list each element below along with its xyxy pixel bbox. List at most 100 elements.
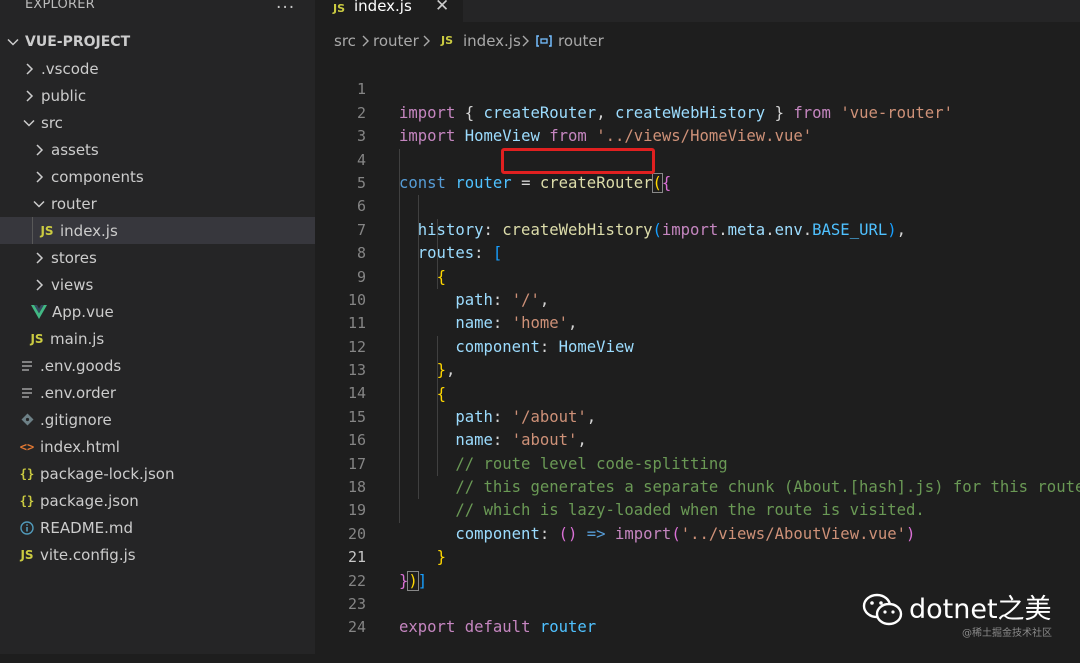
code-line: 5 history: createWebHistory(import.meta.… — [315, 148, 1080, 239]
tree-item-label: assets — [51, 140, 99, 159]
watermark: dotnet之美 @稀土掘金技术社区 — [862, 590, 1077, 650]
tree-item-env-order[interactable]: .env.order — [0, 379, 315, 406]
code-line: 18 component: () => import('../views/Abo… — [315, 452, 1080, 543]
breadcrumb: src router JS index.js router — [315, 32, 1080, 52]
project-root-folder[interactable]: VUE-PROJECT — [0, 28, 315, 55]
json-braces-icon: {} — [19, 493, 35, 508]
js-file-icon: JS — [333, 2, 346, 15]
chevron-right-icon — [422, 32, 432, 54]
tree-item-assets[interactable]: assets — [0, 136, 315, 163]
chevron-right-icon — [21, 89, 37, 103]
line-number: 24 — [347, 618, 366, 637]
js-file-icon: JS — [30, 331, 44, 346]
code-area[interactable]: 1 import { createRouter, createWebHistor… — [315, 55, 1080, 636]
tree-item-label: src — [41, 113, 63, 132]
chevron-right-icon — [21, 62, 37, 76]
explorer-header: EXPLORER ... — [0, 0, 315, 16]
code-line: 17 // which is lazy-loaded when the rout… — [315, 429, 1080, 519]
tree-item-package-json[interactable]: {} package.json — [0, 487, 315, 514]
code-line: 4 const router = createRouter({ — [315, 125, 1080, 193]
code-line: 11 }, — [315, 288, 1080, 379]
tree-item-label: .gitignore — [40, 410, 112, 429]
js-file-icon: JS — [20, 547, 34, 562]
tree-item-main-js[interactable]: JS main.js — [0, 325, 315, 352]
chevron-right-icon — [31, 170, 47, 184]
tree-item-index-html[interactable]: <> index.html — [0, 433, 315, 460]
tree-item-label: .env.order — [40, 383, 116, 402]
tree-item-readme[interactable]: README.md — [0, 514, 315, 541]
close-icon[interactable]: ✕ — [435, 0, 449, 16]
code-line: 7 { — [315, 195, 1080, 286]
tree-item-package-lock-json[interactable]: {} package-lock.json — [0, 460, 315, 487]
explorer-title: EXPLORER — [25, 0, 95, 12]
more-actions-icon[interactable]: ... — [276, 0, 295, 13]
tree-item-vscode[interactable]: .vscode — [0, 55, 315, 82]
chevron-down-icon — [21, 116, 37, 130]
js-file-icon: JS — [441, 34, 454, 47]
tree-item-stores[interactable]: stores — [0, 244, 315, 271]
file-tree: VUE-PROJECT .vscode public src assets co… — [0, 28, 315, 568]
code-line: 21 }) — [315, 523, 1080, 591]
breadcrumb-item[interactable]: router — [373, 32, 419, 50]
tree-item-src[interactable]: src — [0, 109, 315, 136]
breadcrumb-item[interactable]: src — [334, 32, 356, 50]
tree-item-app-vue[interactable]: App.vue — [0, 298, 315, 325]
tab-label: index.js — [354, 0, 412, 15]
tree-item-gitignore[interactable]: .gitignore — [0, 406, 315, 433]
tree-item-label: index.js — [60, 221, 118, 240]
tab-index-js[interactable]: JS index.js ✕ — [315, 0, 463, 22]
tree-item-views[interactable]: views — [0, 271, 315, 298]
watermark-title: dotnet之美 — [909, 594, 1052, 625]
tree-item-router[interactable]: router — [0, 190, 315, 217]
code-line: 13 path: '/about', — [315, 335, 1080, 426]
chevron-down-icon — [31, 197, 47, 211]
watermark-subtitle: @稀土掘金技术社区 — [962, 628, 1052, 639]
wechat-logo-icon — [862, 592, 904, 632]
tree-item-label: package-lock.json — [40, 464, 175, 483]
indent-guide — [32, 217, 33, 244]
tree-item-public[interactable]: public — [0, 82, 315, 109]
code-editor: JS index.js ✕ src router JS index.js rou… — [315, 0, 1080, 654]
breadcrumb-item[interactable]: index.js — [463, 32, 521, 50]
tab-bar: JS index.js ✕ — [315, 0, 1080, 22]
tree-item-label: components — [51, 167, 144, 186]
tree-item-index-js[interactable]: JS index.js — [0, 217, 315, 244]
chevron-right-icon — [521, 32, 531, 54]
json-braces-icon: {} — [19, 466, 35, 481]
html-file-icon: <> — [19, 439, 35, 454]
code-line: 20 ] — [315, 499, 1080, 590]
tree-item-vite-config-js[interactable]: JS vite.config.js — [0, 541, 315, 568]
code-line: 1 import { createRouter, createWebHistor… — [315, 55, 1080, 121]
code-line: 2 import HomeView from '../views/HomeVie… — [315, 78, 1080, 145]
chevron-down-icon — [5, 35, 21, 49]
tree-item-label: index.html — [40, 437, 120, 456]
js-file-icon: JS — [40, 223, 54, 238]
tree-item-components[interactable]: components — [0, 163, 315, 190]
info-circle-icon — [18, 520, 36, 535]
symbol-variable-icon — [535, 33, 553, 53]
code-line: 10 component: HomeView — [315, 265, 1080, 356]
code-line: 6 routes: [ — [315, 171, 1080, 262]
tree-item-label: stores — [51, 248, 97, 267]
code-line: 8 path: '/', — [315, 218, 1080, 309]
code-line: 19 } — [315, 476, 1080, 566]
tree-item-label: package.json — [40, 491, 139, 510]
code-line: 12 { — [315, 312, 1080, 403]
code-token: router — [539, 618, 597, 637]
tree-item-label: App.vue — [52, 302, 114, 321]
tree-item-label: README.md — [40, 518, 134, 537]
code-token: default — [464, 618, 531, 637]
code-line: 16 // this generates a separate chunk (A… — [315, 405, 1080, 496]
chevron-right-icon — [31, 143, 47, 157]
code-line: 3 — [315, 102, 1080, 145]
code-token: export — [399, 618, 456, 637]
project-name: VUE-PROJECT — [25, 33, 131, 50]
tree-item-env-goods[interactable]: .env.goods — [0, 352, 315, 379]
chevron-right-icon — [31, 251, 47, 265]
code-line: 15 // route level code-splitting — [315, 382, 1080, 473]
git-diamond-icon — [18, 413, 36, 426]
lines-file-icon — [18, 360, 36, 372]
chevron-right-icon — [361, 32, 371, 54]
tree-item-label: views — [51, 275, 94, 294]
breadcrumb-item[interactable]: router — [558, 32, 604, 50]
